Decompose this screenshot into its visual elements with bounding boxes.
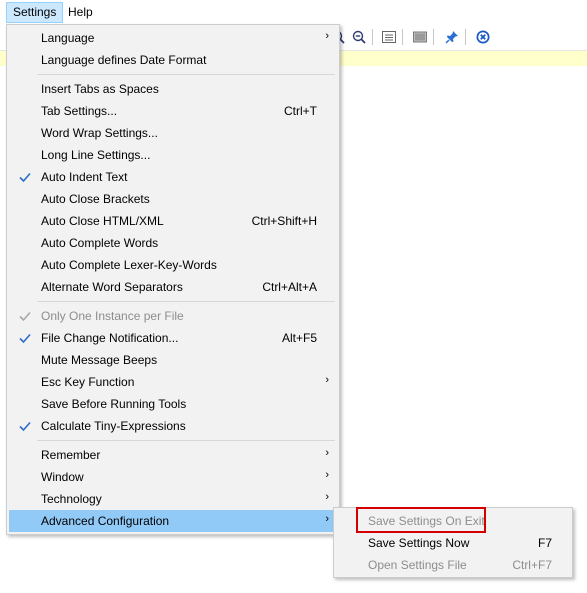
menu-item-file-change-notification[interactable]: File Change Notification... Alt+F5 xyxy=(9,327,337,349)
menu-item-language-date-format[interactable]: Language defines Date Format xyxy=(9,49,337,71)
menu-item-label: Esc Key Function xyxy=(41,375,135,389)
menu-item-shortcut: Ctrl+T xyxy=(284,104,317,118)
menu-item-shortcut: Ctrl+Shift+H xyxy=(251,214,317,228)
menu-separator xyxy=(37,74,335,75)
menu-item-label: Advanced Configuration xyxy=(41,514,170,528)
menu-item-long-line-settings[interactable]: Long Line Settings... xyxy=(9,144,337,166)
menu-item-label: Auto Close HTML/XML xyxy=(41,214,164,228)
menu-item-shortcut: Ctrl+Alt+A xyxy=(262,280,317,294)
check-icon xyxy=(17,330,33,346)
settings-menu: Language › Language defines Date Format … xyxy=(6,24,340,535)
menu-item-esc-key-function[interactable]: Esc Key Function › xyxy=(9,371,337,393)
highlight-callout-box xyxy=(356,507,486,533)
menu-item-only-one-instance: Only One Instance per File xyxy=(9,305,337,327)
menu-item-technology[interactable]: Technology › xyxy=(9,488,337,510)
submenu-item-save-settings-now[interactable]: Save Settings Now F7 xyxy=(336,532,570,554)
submenu-item-open-settings-file: Open Settings File Ctrl+F7 xyxy=(336,554,570,576)
menu-help[interactable]: Help xyxy=(62,3,99,22)
chevron-right-icon: › xyxy=(325,469,329,481)
chevron-right-icon: › xyxy=(325,447,329,459)
menu-item-label: Auto Complete Words xyxy=(41,236,159,250)
menu-item-label: Open Settings File xyxy=(368,558,467,572)
check-icon xyxy=(17,308,33,324)
menu-item-calculate-tiny-expressions[interactable]: Calculate Tiny-Expressions xyxy=(9,415,337,437)
menu-item-insert-tabs-as-spaces[interactable]: Insert Tabs as Spaces xyxy=(9,78,337,100)
menu-separator xyxy=(37,440,335,441)
toolbar-separator xyxy=(402,29,403,45)
menu-item-label: Save Settings Now xyxy=(368,536,470,550)
menu-item-label: Calculate Tiny-Expressions xyxy=(41,419,186,433)
menu-item-label: Alternate Word Separators xyxy=(41,280,183,294)
view-icon[interactable] xyxy=(379,27,399,47)
menu-settings[interactable]: Settings xyxy=(6,2,64,23)
menu-item-label: Window xyxy=(41,470,84,484)
menu-item-auto-complete-words[interactable]: Auto Complete Words xyxy=(9,232,337,254)
chevron-right-icon: › xyxy=(325,513,329,525)
menu-item-label: Word Wrap Settings... xyxy=(41,126,158,140)
menu-item-label: File Change Notification... xyxy=(41,331,179,345)
toolbar-separator xyxy=(433,29,434,45)
toolbar-separator xyxy=(372,29,373,45)
menu-item-label: Save Before Running Tools xyxy=(41,397,187,411)
menu-item-label: Auto Close Brackets xyxy=(41,192,150,206)
zoom-out-icon[interactable] xyxy=(349,27,369,47)
menu-item-label: Auto Complete Lexer-Key-Words xyxy=(41,258,217,272)
menu-item-mute-message-beeps[interactable]: Mute Message Beeps xyxy=(9,349,337,371)
menu-item-save-before-running-tools[interactable]: Save Before Running Tools xyxy=(9,393,337,415)
menubar: Settings Help xyxy=(0,0,587,24)
menu-item-auto-indent-text[interactable]: Auto Indent Text xyxy=(9,166,337,188)
menu-item-label: Long Line Settings... xyxy=(41,148,151,162)
menu-item-label: Insert Tabs as Spaces xyxy=(41,82,159,96)
menu-item-label: Mute Message Beeps xyxy=(41,353,158,367)
menu-item-shortcut: F7 xyxy=(537,536,552,550)
menu-item-label: Language xyxy=(41,31,95,45)
menu-item-label: Remember xyxy=(41,448,101,462)
chevron-right-icon: › xyxy=(325,374,329,386)
pin-icon[interactable] xyxy=(442,27,462,47)
chevron-right-icon: › xyxy=(325,491,329,503)
menu-item-shortcut: Alt+F5 xyxy=(281,331,317,345)
menu-item-tab-settings[interactable]: Tab Settings... Ctrl+T xyxy=(9,100,337,122)
menu-item-alternate-word-separators[interactable]: Alternate Word Separators Ctrl+Alt+A xyxy=(9,276,337,298)
menu-item-label: Auto Indent Text xyxy=(41,170,128,184)
check-icon xyxy=(17,418,33,434)
menu-item-window[interactable]: Window › xyxy=(9,466,337,488)
menu-separator xyxy=(37,301,335,302)
close-circle-icon[interactable] xyxy=(473,27,493,47)
menu-item-label: Language defines Date Format xyxy=(41,53,207,67)
menu-item-word-wrap-settings[interactable]: Word Wrap Settings... xyxy=(9,122,337,144)
menu-item-label: Tab Settings... xyxy=(41,104,118,118)
menu-item-advanced-configuration[interactable]: Advanced Configuration › xyxy=(9,510,337,532)
menu-item-shortcut: Ctrl+F7 xyxy=(512,558,552,572)
menu-item-label: Technology xyxy=(41,492,102,506)
check-icon xyxy=(17,169,33,185)
menu-item-auto-complete-lexer-key-words[interactable]: Auto Complete Lexer-Key-Words xyxy=(9,254,337,276)
menu-item-auto-close-html-xml[interactable]: Auto Close HTML/XML Ctrl+Shift+H xyxy=(9,210,337,232)
menu-item-auto-close-brackets[interactable]: Auto Close Brackets xyxy=(9,188,337,210)
screen-icon[interactable] xyxy=(410,27,430,47)
chevron-right-icon: › xyxy=(325,30,329,42)
menu-item-remember[interactable]: Remember › xyxy=(9,444,337,466)
menu-item-language[interactable]: Language › xyxy=(9,27,337,49)
toolbar-separator xyxy=(465,29,466,45)
menu-item-label: Only One Instance per File xyxy=(41,309,184,323)
